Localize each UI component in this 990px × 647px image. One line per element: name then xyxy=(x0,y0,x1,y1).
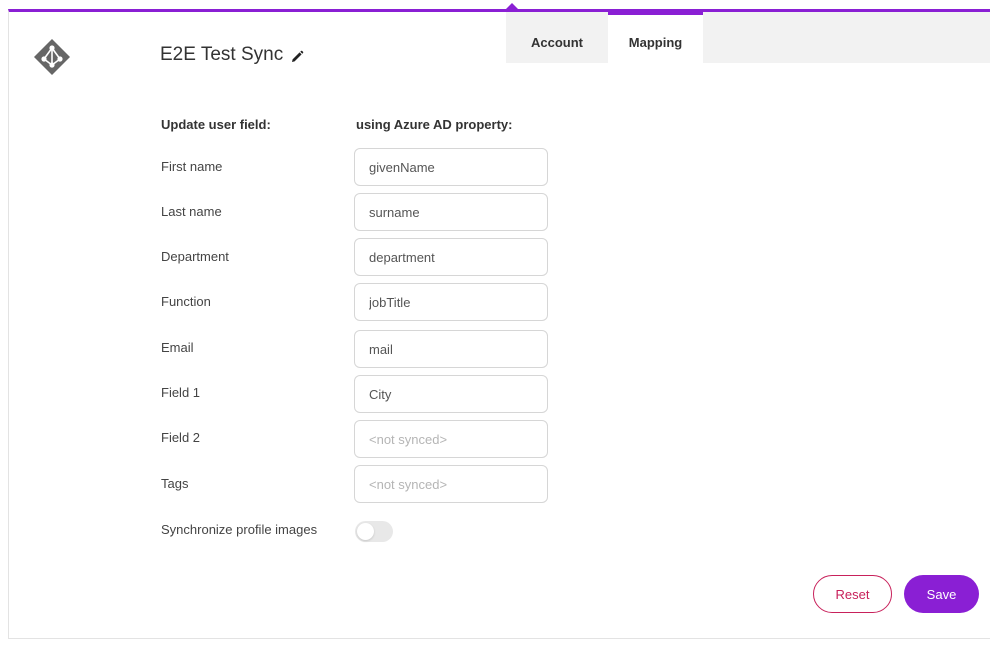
azure-ad-logo-icon xyxy=(34,39,70,75)
email-field[interactable] xyxy=(354,330,548,368)
column-header-azure-property: using Azure AD property: xyxy=(356,117,513,132)
label-department: Department xyxy=(161,249,229,264)
tab-account[interactable]: Account xyxy=(506,12,608,63)
sync-profile-images-toggle[interactable] xyxy=(355,521,393,542)
label-function: Function xyxy=(161,294,211,309)
column-header-user-field: Update user field: xyxy=(161,117,271,132)
field-2-field[interactable] xyxy=(354,420,548,458)
label-last-name: Last name xyxy=(161,204,222,219)
sync-config-card xyxy=(8,9,990,639)
function-field[interactable] xyxy=(354,283,548,321)
save-button[interactable]: Save xyxy=(904,575,979,613)
last-name-field[interactable] xyxy=(354,193,548,231)
tags-field[interactable] xyxy=(354,465,548,503)
label-field-1: Field 1 xyxy=(161,385,201,400)
tab-mapping[interactable]: Mapping xyxy=(608,12,703,63)
page-title: E2E Test Sync xyxy=(160,44,284,65)
reset-button[interactable]: Reset xyxy=(813,575,892,613)
toggle-knob xyxy=(357,523,374,540)
label-first-name: First name xyxy=(161,159,223,174)
department-field[interactable] xyxy=(354,238,548,276)
label-tags: Tags xyxy=(161,476,189,491)
label-sync-profile-images: Synchronize profile images xyxy=(161,522,318,537)
tab-indicator-caret xyxy=(506,3,518,9)
tab-mapping-label: Mapping xyxy=(628,35,683,50)
pencil-icon[interactable] xyxy=(290,50,304,64)
field-1-field[interactable] xyxy=(354,375,548,413)
label-email: Email xyxy=(161,340,194,355)
label-field-2: Field 2 xyxy=(161,430,201,445)
first-name-field[interactable] xyxy=(354,148,548,186)
tab-account-label: Account xyxy=(531,35,583,50)
